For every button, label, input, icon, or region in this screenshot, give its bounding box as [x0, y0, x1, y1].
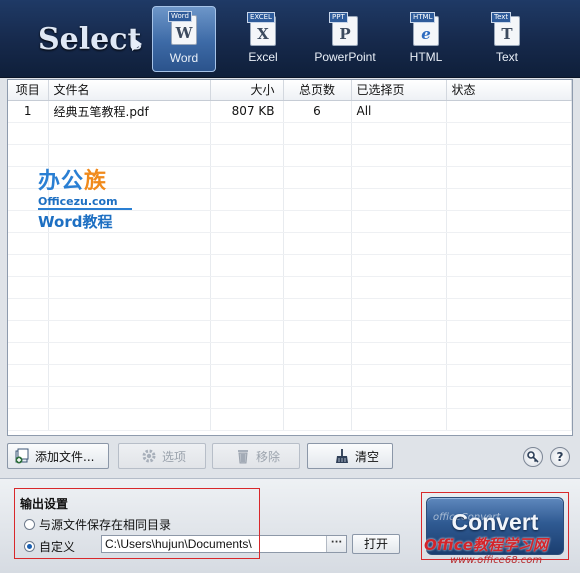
format-text-button[interactable]: Text T Text — [475, 8, 539, 70]
empty-row — [8, 166, 572, 189]
options-label: 选项 — [162, 449, 187, 464]
key-icon[interactable] — [523, 447, 543, 467]
format-text-label: Text — [495, 50, 518, 64]
empty-row — [8, 254, 572, 277]
empty-row — [8, 342, 572, 365]
format-excel-label: Excel — [248, 50, 278, 64]
add-files-label: 添加文件... — [35, 449, 95, 464]
text-icon-tag: Text — [491, 12, 512, 23]
empty-row — [8, 320, 572, 343]
col-header-selected-pages[interactable]: 已选择页 — [351, 80, 447, 101]
empty-row — [8, 276, 572, 299]
row-filename: 经典五笔教程.pdf — [48, 100, 211, 123]
excel-icon-glyph: X — [257, 25, 269, 43]
options-button[interactable]: 选项 — [118, 443, 206, 469]
radio-custom[interactable]: 自定义 — [24, 538, 75, 555]
gear-icon — [141, 448, 157, 464]
empty-row — [8, 298, 572, 321]
empty-row — [8, 386, 572, 409]
word-icon-tag: Word — [168, 11, 192, 22]
clear-label: 清空 — [355, 449, 380, 464]
site-watermark: Office教程学习网 — [424, 536, 548, 554]
ppt-icon-glyph: P — [339, 25, 351, 43]
empty-row — [8, 122, 572, 145]
html-icon-glyph: e — [421, 25, 431, 43]
open-folder-button[interactable]: 打开 — [352, 534, 400, 554]
radio-same-directory-circle[interactable] — [24, 519, 35, 530]
empty-row — [8, 408, 572, 431]
row-status — [446, 100, 572, 123]
convert-label: Convert — [451, 509, 539, 535]
radio-same-directory[interactable]: 与源文件保存在相同目录 — [24, 516, 171, 533]
trash-icon — [235, 448, 251, 464]
format-powerpoint-label: PowerPoint — [314, 50, 376, 64]
clear-button[interactable]: 清空 — [307, 443, 393, 469]
radio-custom-circle[interactable] — [24, 541, 35, 552]
col-header-size[interactable]: 大小 — [210, 80, 284, 101]
select-label: Select — [38, 22, 142, 57]
excel-icon-tag: EXCEL — [247, 12, 275, 23]
remove-label: 移除 — [256, 449, 281, 464]
text-icon-glyph: T — [501, 25, 513, 43]
table-row[interactable]: 1 经典五笔教程.pdf 807 KB 6 All — [8, 100, 572, 123]
row-index: 1 — [8, 100, 49, 123]
radio-custom-label: 自定义 — [39, 540, 76, 554]
format-html-button[interactable]: HTML e HTML — [394, 8, 458, 70]
row-pages: 6 — [283, 100, 352, 123]
remove-button[interactable]: 移除 — [212, 443, 300, 469]
broom-icon — [334, 448, 350, 464]
format-excel-button[interactable]: EXCEL X Excel — [231, 8, 295, 70]
format-banner: Select Word W Word EXCEL X Excel PPT P P… — [0, 0, 580, 78]
row-selected-pages: All — [351, 100, 447, 123]
empty-row — [8, 144, 572, 167]
add-file-icon — [14, 448, 30, 464]
word-icon-glyph: W — [175, 24, 193, 42]
col-header-pages[interactable]: 总页数 — [283, 80, 352, 101]
format-word-label: Word — [169, 51, 199, 65]
html-icon-tag: HTML — [410, 12, 436, 23]
format-word-button[interactable]: Word W Word — [152, 6, 216, 72]
ppt-doc-icon: PPT P — [329, 12, 358, 46]
site-watermark-url: www.office68.com — [450, 555, 543, 566]
ppt-icon-tag: PPT — [329, 12, 348, 23]
help-icon[interactable]: ? — [550, 447, 570, 467]
word-doc-icon: Word W — [168, 11, 197, 45]
empty-row — [8, 188, 572, 211]
col-header-filename[interactable]: 文件名 — [48, 80, 211, 101]
col-header-status[interactable]: 状态 — [446, 80, 572, 101]
radio-same-directory-label: 与源文件保存在相同目录 — [39, 518, 172, 532]
empty-row — [8, 232, 572, 255]
file-list[interactable]: 项目 文件名 大小 总页数 已选择页 状态 1 经典五笔教程.pdf 807 K… — [7, 79, 573, 436]
table-header-row: 项目 文件名 大小 总页数 已选择页 状态 — [8, 80, 572, 101]
col-header-index[interactable]: 项目 — [8, 80, 49, 101]
file-table: 项目 文件名 大小 总页数 已选择页 状态 1 经典五笔教程.pdf 807 K… — [8, 80, 572, 431]
format-powerpoint-button[interactable]: PPT P PowerPoint — [311, 8, 379, 70]
empty-row — [8, 210, 572, 233]
select-arrow-icon — [132, 37, 142, 51]
output-settings-title: 输出设置 — [20, 497, 69, 511]
empty-row — [8, 364, 572, 387]
format-html-label: HTML — [409, 50, 443, 64]
text-doc-icon: Text T — [491, 12, 520, 46]
row-size: 807 KB — [210, 100, 284, 123]
html-doc-icon: HTML e — [410, 12, 439, 46]
excel-doc-icon: EXCEL X — [247, 12, 276, 46]
browse-dots-button[interactable]: ··· — [326, 536, 346, 552]
output-path-field[interactable]: C:\Users\hujun\Documents\ — [101, 535, 347, 553]
add-files-button[interactable]: 添加文件... — [7, 443, 109, 469]
